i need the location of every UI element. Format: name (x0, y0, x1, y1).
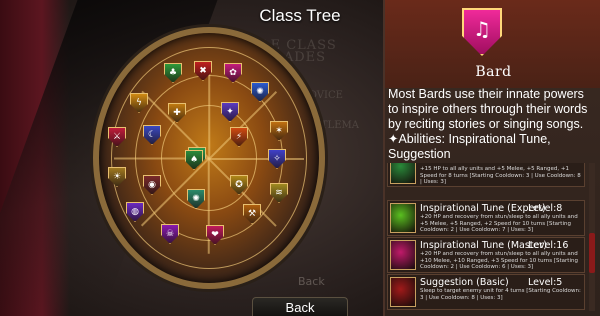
ability-name: Inspirational Tune (Expert) (420, 203, 546, 214)
class-node-glyph: ✦ (226, 106, 234, 117)
class-name: Bard (475, 64, 512, 80)
ability-row[interactable]: +15 HP to all ally units and +5 Melee, +… (387, 163, 585, 187)
wheel-spoke (209, 158, 304, 160)
class-node-glyph: ✿ (229, 67, 237, 78)
class-tree-wheel: ♣✖✿✺ϟ✦✚⚔☾⚡✶✧☀◉❦✪≋◍✺⚒☠❤♠ (93, 27, 325, 289)
class-description: Most Bards use their innate powers to in… (388, 87, 588, 161)
class-node-glyph: ✺ (192, 193, 200, 204)
ability-level: Level:8 (528, 203, 563, 214)
class-node-glyph: ◍ (131, 206, 139, 217)
class-crest-glyph: ♫ (473, 17, 491, 41)
ability-list[interactable]: +15 HP to all ally units and +5 Melee, +… (387, 163, 585, 311)
green-rune-icon (390, 163, 416, 184)
ability-row[interactable]: Suggestion (Basic) Level:5 Sleep to target… (387, 274, 585, 310)
class-node-glyph: ❤ (211, 229, 219, 240)
class-node-glyph: ✪ (235, 179, 243, 190)
class-node-glyph: ⚔ (112, 131, 122, 142)
red-swirl-icon (390, 277, 416, 307)
class-node-glyph: ✶ (275, 125, 283, 136)
back-button[interactable]: Back (252, 297, 348, 316)
class-node-glyph: ⚡ (235, 131, 243, 142)
pink-music-icon (390, 240, 416, 270)
class-node-glyph: ☾ (147, 129, 157, 140)
scrollbar-thumb[interactable] (589, 233, 595, 273)
ability-name: Suggestion (Basic) (420, 277, 509, 288)
class-node-glyph: ✖ (199, 65, 207, 76)
ability-row[interactable]: Inspirational Tune (Master) Level:16 +20 H… (387, 237, 585, 273)
ability-level: Level:5 (528, 277, 563, 288)
ability-level: Level:16 (528, 240, 569, 251)
ability-list-scrollbar[interactable] (589, 163, 595, 311)
class-node-glyph: ✚ (173, 107, 181, 118)
class-node-glyph: ϟ (136, 97, 142, 108)
class-node-glyph: ≋ (275, 187, 283, 198)
class-node-glyph: ◉ (148, 179, 156, 190)
class-node-glyph: ✧ (273, 153, 281, 164)
ability-detail: +20 HP and recovery from stun/sleep to a… (420, 251, 578, 271)
class-node-glyph: ☠ (165, 228, 175, 239)
ability-detail: +15 HP to all ally units and +5 Melee, +… (420, 166, 581, 186)
ability-detail: Sleep to target enemy unit for 4 turns [… (420, 288, 581, 301)
class-node-glyph: ☀ (112, 171, 122, 182)
class-node-glyph: ✺ (256, 86, 264, 97)
screen-title: Class Tree (259, 6, 341, 25)
class-node-glyph: ⚒ (247, 208, 257, 219)
wheel-spoke (208, 63, 210, 159)
green-music-icon (390, 203, 416, 233)
ability-detail: +20 HP and recovery from stun/sleep to a… (420, 214, 578, 234)
class-node-glyph: ♠ (189, 154, 199, 165)
ability-row[interactable]: Inspirational Tune (Expert) Level:8 +20 HP… (387, 200, 585, 236)
class-node-glyph: ♣ (168, 67, 178, 78)
